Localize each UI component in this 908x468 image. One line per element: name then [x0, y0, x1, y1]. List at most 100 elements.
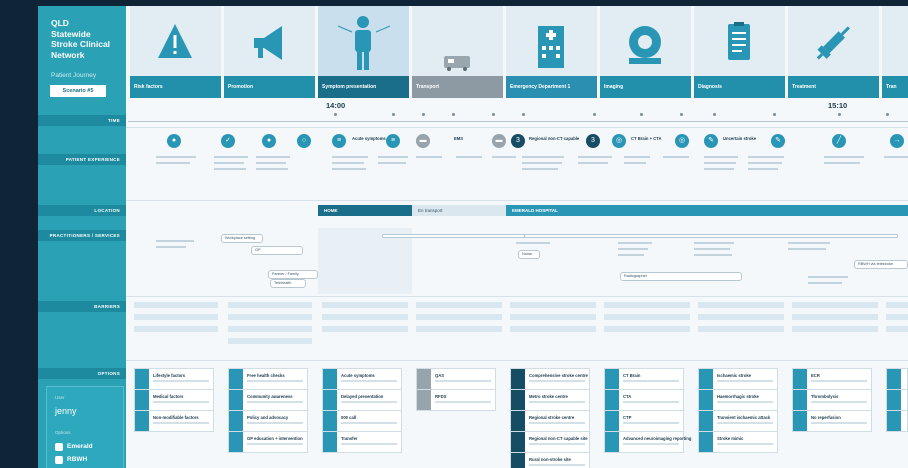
- stage-label: Tran: [882, 76, 908, 98]
- time-tick: [492, 113, 495, 116]
- barrier-item: [134, 302, 218, 308]
- option-card[interactable]: Haemorrhagic stroke: [698, 389, 778, 411]
- option-icon: [699, 390, 713, 410]
- stage-emergency-department[interactable]: Emergency Department 1: [506, 6, 597, 98]
- option-card[interactable]: Community awareness: [228, 389, 308, 411]
- barrier-item: [604, 302, 690, 308]
- option-card[interactable]: CTA: [604, 389, 684, 411]
- row-divider: [126, 296, 908, 297]
- option-icon: [417, 369, 431, 389]
- option-card[interactable]: Transient ischaemic attack: [698, 410, 778, 432]
- option-card[interactable]: [886, 410, 908, 432]
- option-card[interactable]: RFDS: [416, 389, 496, 411]
- option-icon: [323, 411, 337, 431]
- option-card[interactable]: [886, 389, 908, 411]
- time-start: 14:00: [326, 101, 346, 110]
- brand-line: Network: [51, 49, 85, 60]
- option-card[interactable]: GP education + intervention: [228, 431, 308, 453]
- option-card[interactable]: CTP: [604, 410, 684, 432]
- option-icon: [887, 411, 901, 431]
- practitioner-nurse: Nurse: [518, 250, 540, 259]
- option-icon: [323, 432, 337, 452]
- circle-icon: ○: [297, 134, 311, 148]
- lifestyle-icon: ●: [167, 134, 181, 148]
- row-label-options: OPTIONS: [38, 368, 126, 379]
- option-card[interactable]: QAS: [416, 368, 496, 390]
- stage-label: Promotion: [224, 76, 315, 98]
- barrier-item: [228, 302, 312, 308]
- stage-promotion[interactable]: Promotion: [224, 6, 315, 98]
- option-icon: [511, 432, 525, 452]
- journey-board: QLD Statewide Stroke Clinical Network Pa…: [38, 6, 908, 468]
- stage-diagnosis[interactable]: Diagnosis: [694, 6, 785, 98]
- stage-label: Transport: [412, 76, 503, 98]
- option-card[interactable]: Advanced neuroimaging reporting: [604, 431, 691, 453]
- option-card[interactable]: Lifestyle factors: [134, 368, 214, 390]
- time-tick: [713, 113, 716, 116]
- pe-ed: Regional non-CT capable: [529, 136, 580, 141]
- row-label-location: LOCATION: [38, 205, 126, 216]
- option-card[interactable]: Thrombolysis: [792, 389, 872, 411]
- stage-label: Risk factors: [130, 76, 221, 98]
- user-option-emerald[interactable]: Emerald: [67, 443, 93, 450]
- option-card[interactable]: Transfer: [322, 431, 402, 453]
- barrier-item: [698, 314, 784, 320]
- clipboard-icon: [728, 22, 750, 60]
- barrier-item: [792, 314, 878, 320]
- barrier-item: [886, 326, 908, 332]
- stage-treatment[interactable]: Treatment: [788, 6, 879, 98]
- hospital-icon: [538, 26, 564, 68]
- check-icon: ✓: [221, 134, 235, 148]
- barrier-item: [322, 302, 408, 308]
- barrier-item: [698, 302, 784, 308]
- stage-transfer[interactable]: Tran: [882, 6, 908, 98]
- stage-transport[interactable]: Transport: [412, 6, 503, 98]
- option-card[interactable]: Ischaemic stroke: [698, 368, 778, 390]
- barrier-item: [510, 302, 596, 308]
- option-card[interactable]: Comprehensive stroke centre: [510, 368, 590, 390]
- row-divider: [126, 127, 908, 128]
- option-card[interactable]: Free health checks: [228, 368, 308, 390]
- time-tick: [838, 113, 841, 116]
- option-icon: [229, 390, 243, 410]
- user-option-rbwh[interactable]: RBWH: [67, 456, 87, 463]
- barrier-item: [228, 326, 312, 332]
- pe-symptoms: Acute symptoms: [352, 136, 386, 141]
- option-card[interactable]: Policy and advocacy: [228, 410, 308, 432]
- option-icon: [605, 432, 619, 452]
- option-card[interactable]: Acute symptoms: [322, 368, 402, 390]
- option-card[interactable]: 000 call: [322, 410, 402, 432]
- option-card[interactable]: No reperfusion: [792, 410, 872, 432]
- option-icon: [605, 411, 619, 431]
- person-icon: [337, 16, 391, 70]
- option-icon: [699, 432, 713, 452]
- option-card[interactable]: Rural non-stroke site: [510, 452, 590, 468]
- option-card[interactable]: Regional non-CT capable site: [510, 431, 590, 453]
- option-card[interactable]: Regional stroke centre: [510, 410, 590, 432]
- warning-icon: [158, 24, 192, 58]
- scenario-button[interactable]: Scenario #5: [50, 85, 106, 97]
- option-card[interactable]: CT Brain: [604, 368, 684, 390]
- barrier-item: [134, 314, 218, 320]
- brand-line: QLD: [51, 18, 69, 28]
- stage-imaging[interactable]: Imaging: [600, 6, 691, 98]
- location-home: HOME: [318, 205, 412, 216]
- stage-symptom-presentation[interactable]: Symptom presentation: [318, 6, 409, 98]
- option-card[interactable]: Stroke mimic: [698, 431, 778, 453]
- option-icon: [323, 390, 337, 410]
- option-card[interactable]: Medical factors: [134, 389, 214, 411]
- practitioner-timeline-box: [524, 234, 898, 238]
- user-panel: User jenny Options Emerald RBWH: [46, 386, 124, 468]
- option-card[interactable]: Non-modifiable factors: [134, 410, 214, 432]
- user-name: jenny: [55, 406, 77, 416]
- option-card[interactable]: [886, 368, 908, 390]
- option-icon: [229, 369, 243, 389]
- stage-risk-factors[interactable]: Risk factors: [130, 6, 221, 98]
- scanner-icon: [629, 26, 661, 64]
- person-icon: ●: [262, 134, 276, 148]
- option-card[interactable]: Delayed presentation: [322, 389, 402, 411]
- option-icon: [323, 369, 337, 389]
- brand-line: Stroke Clinical: [51, 39, 111, 49]
- option-card[interactable]: Metro stroke centre: [510, 389, 590, 411]
- option-card[interactable]: ECR: [792, 368, 872, 390]
